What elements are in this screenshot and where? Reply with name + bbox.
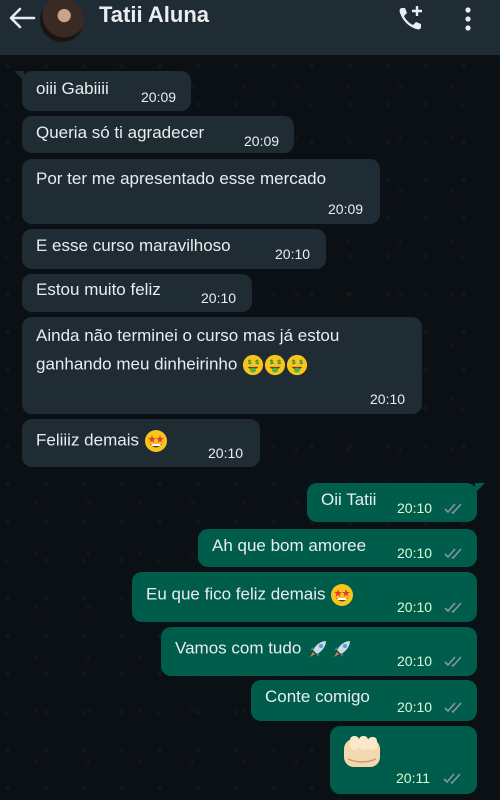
message-list[interactable]: oiii Gabiiii 20:09 Queria só ti agradece… (0, 55, 500, 800)
message-text-line-1: Ainda não terminei o curso mas já estou (36, 326, 340, 345)
message-time: 20:10 (397, 653, 433, 669)
money-mouth-face-icon (242, 354, 264, 376)
message-time: 20:11 (396, 770, 430, 786)
message-time: 20:10 (397, 699, 433, 715)
message-text: Oii Tatii (321, 490, 377, 509)
message-text: Vamos com tudo (175, 637, 354, 661)
read-ticks-icon (443, 771, 465, 785)
message-outgoing[interactable]: Eu que fico feliz demais 20:10 (132, 572, 477, 622)
message-incoming[interactable]: Por ter me apresentado esse mercado 20:0… (22, 159, 380, 224)
bubble-tail (14, 71, 24, 81)
read-ticks-icon (444, 546, 466, 560)
message-outgoing[interactable]: Oii Tatii 20:10 (307, 483, 485, 522)
contact-name[interactable]: Tatii Aluna (99, 2, 209, 28)
add-call-icon[interactable] (396, 4, 426, 32)
message-time: 20:10 (397, 545, 433, 561)
oncoming-fist-icon (344, 736, 380, 767)
message-outgoing[interactable]: Conte comigo 20:10 (251, 680, 477, 721)
message-outgoing[interactable]: 20:11 (330, 726, 477, 794)
money-mouth-face-icon (286, 354, 308, 376)
message-time: 20:10 (201, 290, 237, 306)
read-ticks-icon (444, 501, 466, 515)
message-text: Eu que fico feliz demais (146, 583, 354, 607)
read-ticks-icon (444, 600, 466, 614)
back-arrow-icon[interactable] (6, 6, 38, 30)
message-text: Por ter me apresentado esse mercado (36, 169, 327, 188)
rocket-icon (306, 637, 330, 661)
message-outgoing[interactable]: Vamos com tudo 20:10 (161, 627, 477, 676)
message-incoming[interactable]: E esse curso maravilhoso 20:10 (22, 229, 326, 269)
message-time: 20:10 (397, 500, 433, 516)
message-time: 20:09 (244, 133, 280, 149)
star-struck-face-icon (330, 583, 354, 607)
rocket-icon (330, 637, 354, 661)
bubble-tail (475, 483, 485, 493)
message-time: 20:09 (328, 201, 364, 217)
message-incoming[interactable]: Estou muito feliz 20:10 (22, 274, 252, 312)
message-text-line-2: ganhando meu dinheirinho (36, 354, 308, 376)
message-text: Conte comigo (265, 687, 370, 706)
message-text: Estou muito feliz (36, 280, 161, 299)
message-time: 20:10 (208, 445, 244, 461)
message-incoming[interactable]: Queria só ti agradecer 20:09 (22, 116, 294, 153)
avatar[interactable] (40, 0, 84, 42)
message-text: Feliiiz demais (36, 429, 168, 453)
message-outgoing[interactable]: Ah que bom amoree 20:10 (198, 529, 477, 567)
message-incoming[interactable]: oiii Gabiiii 20:09 (14, 71, 191, 111)
message-time: 20:10 (275, 246, 311, 262)
chat-header: Tatii Aluna (0, 0, 500, 55)
message-incoming[interactable]: Ainda não terminei o curso mas já estou … (22, 317, 422, 414)
message-time: 20:10 (370, 391, 406, 407)
read-ticks-icon (444, 654, 466, 668)
message-incoming[interactable]: Feliiiz demais 20:10 (22, 419, 260, 467)
star-struck-face-icon (144, 429, 168, 453)
message-text: oiii Gabiiii (36, 79, 109, 98)
message-text: E esse curso maravilhoso (36, 236, 231, 255)
more-vertical-icon[interactable] (460, 6, 476, 32)
message-text: Ah que bom amoree (212, 536, 367, 555)
message-text: Queria só ti agradecer (36, 123, 205, 142)
message-time: 20:09 (141, 89, 177, 105)
read-ticks-icon (444, 700, 466, 714)
message-time: 20:10 (397, 599, 433, 615)
money-mouth-face-icon (264, 354, 286, 376)
